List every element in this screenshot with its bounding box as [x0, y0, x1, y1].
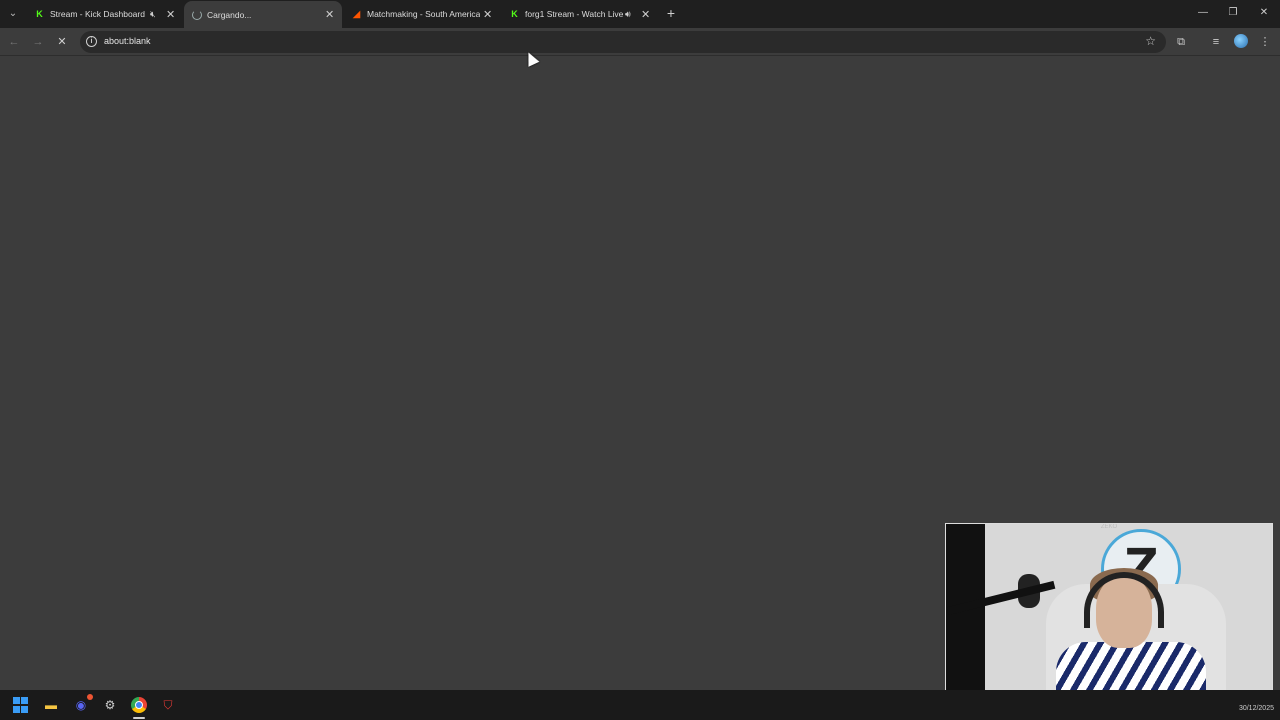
kick-icon: K [36, 9, 43, 19]
tab-title: Matchmaking - South America [367, 9, 481, 19]
muted-speaker-icon[interactable]: 🔇︎ [150, 9, 156, 20]
close-tab-icon[interactable]: ✕ [641, 8, 650, 21]
tab-title: Stream - Kick Dashboard [50, 9, 145, 19]
minimize-icon[interactable]: — [1193, 4, 1213, 22]
close-tab-icon[interactable]: ✕ [166, 8, 175, 21]
back-arrow-icon[interactable]: ← [6, 34, 22, 50]
windows-taskbar: ▬ ◉ ⚙ ⛉ 30/12/2025 [0, 690, 1280, 720]
notification-badge [87, 694, 93, 700]
clock-date[interactable]: 30/12/2025 [1239, 705, 1274, 712]
windows-start-icon[interactable] [13, 697, 29, 713]
faceit-icon: ◢ [352, 8, 361, 20]
chrome-icon[interactable] [131, 697, 147, 713]
tab-matchmaking[interactable]: ◢ Matchmaking - South America ✕ [343, 2, 501, 26]
webcam-label: ZEKO [1100, 524, 1118, 530]
address-bar[interactable]: i about:blank ☆ [80, 31, 1166, 53]
menu-kebab-icon[interactable]: ⋮ [1257, 34, 1273, 50]
browser-toolbar: ← → ✕ i about:blank ☆ ⧉ ≡ ⋮ [0, 28, 1280, 56]
tab-strip: ⌄ K Stream - Kick Dashboard 🔇︎ ✕ Cargand… [0, 0, 1280, 28]
address-url[interactable]: about:blank [104, 36, 151, 46]
close-tab-icon[interactable]: ✕ [483, 8, 492, 21]
tab-search-chevron-icon[interactable]: ⌄ [4, 5, 22, 23]
site-info-icon[interactable]: i [86, 36, 97, 47]
tab-kick-dashboard[interactable]: K Stream - Kick Dashboard 🔇︎ ✕ [26, 2, 184, 26]
kick-icon: K [511, 9, 518, 19]
tab-title: Cargando... [207, 9, 252, 20]
file-explorer-icon[interactable]: ▬ [43, 697, 59, 713]
close-tab-icon[interactable]: ✕ [325, 8, 334, 21]
restore-icon[interactable]: ❐ [1223, 4, 1243, 22]
close-window-icon[interactable]: ✕ [1254, 4, 1274, 22]
loading-spinner-icon [192, 9, 202, 20]
bookmark-star-icon[interactable]: ☆ [1145, 34, 1156, 48]
discord-icon[interactable]: ◉ [73, 697, 89, 713]
media-controls-icon[interactable]: ≡ [1208, 34, 1224, 50]
speaker-icon[interactable]: 🔊︎ [625, 9, 631, 20]
new-tab-button[interactable]: + [664, 5, 678, 21]
webcam-overlay: Z ZEKO [945, 523, 1273, 709]
active-app-indicator [133, 717, 145, 719]
stop-loading-icon[interactable]: ✕ [54, 34, 70, 50]
forward-arrow-icon[interactable]: → [30, 34, 46, 50]
tab-title: forg1 Stream - Watch Live o [525, 9, 625, 19]
shield-icon[interactable]: ⛉ [160, 697, 176, 713]
tab-forg1-stream[interactable]: K forg1 Stream - Watch Live o 🔊︎ ✕ [501, 2, 659, 26]
tab-loading[interactable]: Cargando... ✕ [184, 1, 342, 28]
extensions-icon[interactable]: ⧉ [1173, 34, 1189, 50]
profile-avatar[interactable] [1234, 34, 1248, 48]
steam-icon[interactable]: ⚙ [102, 697, 118, 713]
